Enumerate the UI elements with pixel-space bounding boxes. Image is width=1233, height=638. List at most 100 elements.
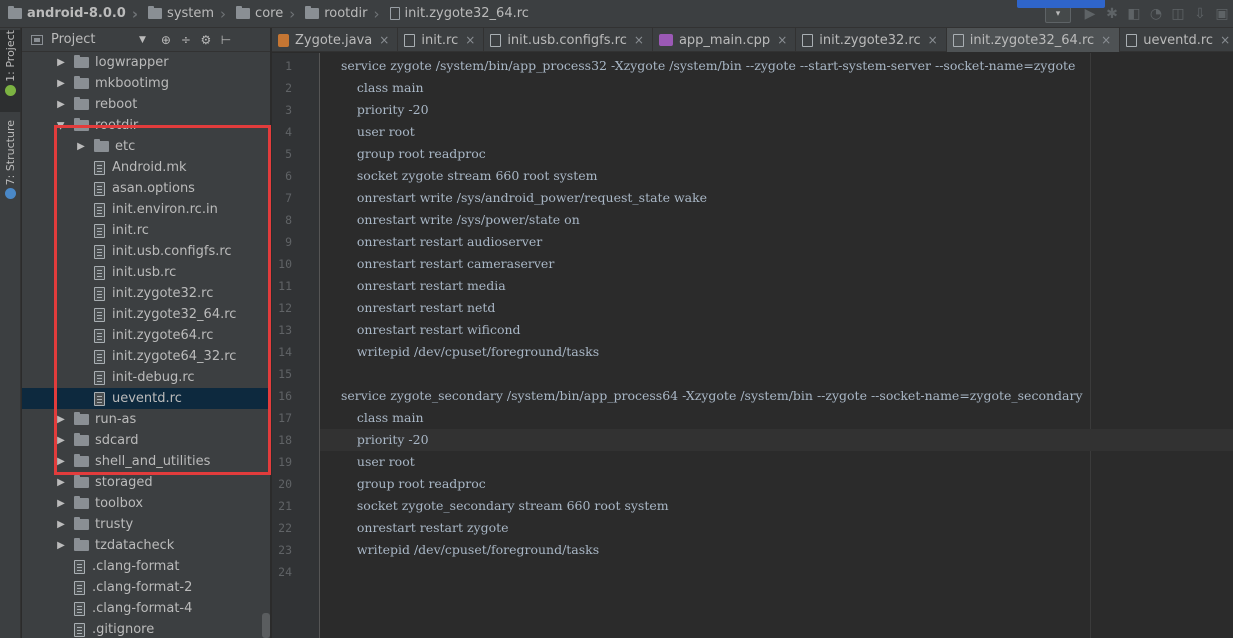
tree-file-node[interactable]: init.zygote64.rc [22,325,271,346]
editor-tab[interactable]: ueventd.rc × [1120,28,1233,52]
code-line[interactable]: socket zygote_secondary stream 660 root … [320,495,1233,517]
chevron-right-icon[interactable]: ▶ [56,99,66,110]
attach-icon[interactable]: ◫ [1167,0,1189,28]
tree-file-node[interactable]: init-debug.rc [22,367,271,388]
chevron-right-icon[interactable]: ▶ [56,456,66,467]
code-line[interactable]: group root readproc [320,143,1233,165]
collapse-all-icon[interactable]: ÷ [176,33,196,47]
close-icon[interactable]: × [634,33,644,47]
code-line[interactable]: onrestart restart media [320,275,1233,297]
code-line[interactable]: priority -20 [320,99,1233,121]
tree-file-node[interactable]: .gitignore [22,619,271,638]
code-area[interactable]: service zygote /system/bin/app_process32… [320,53,1233,638]
breadcrumb-system[interactable]: system › [140,0,228,28]
close-icon[interactable]: × [1220,33,1230,47]
code-editor[interactable]: 1 2 3 4 5 6 7 8 9 10 11 12 13 14 15 16 17 18 19 20 21 22 23 24 … [272,53,1233,638]
editor-tab[interactable]: Zygote.java × [272,28,399,52]
code-line[interactable]: onrestart restart netd [320,297,1233,319]
settings-gear-icon[interactable]: ⚙ [196,33,216,47]
tree-scrollbar[interactable] [262,613,270,638]
scroll-from-source-icon[interactable]: ⊕ [156,33,176,47]
tree-folder-node[interactable]: ▶ sdcard [22,430,271,451]
file-icon [1126,33,1138,47]
device-manager-icon[interactable]: ▣ [1211,0,1233,28]
code-line[interactable]: service zygote /system/bin/app_process32… [320,55,1233,77]
code-line[interactable]: priority -20 [320,429,1233,451]
tree-file-node[interactable]: init.rc [22,220,271,241]
code-line[interactable]: service zygote_secondary /system/bin/app… [320,385,1233,407]
close-icon[interactable]: × [465,33,475,47]
close-icon[interactable]: × [1101,33,1111,47]
tree-folder-node[interactable]: ▶ etc [22,136,271,157]
tree-folder-node[interactable]: ▶ logwrapper [22,52,271,73]
editor-tab[interactable]: init.zygote32.rc × [796,28,947,52]
tree-file-node[interactable]: asan.options [22,178,271,199]
code-line[interactable]: class main [320,407,1233,429]
tree-folder-node[interactable]: ▶ storaged [22,472,271,493]
code-line[interactable]: onrestart restart zygote [320,517,1233,539]
close-icon[interactable]: × [928,33,938,47]
tree-file-node[interactable]: init.zygote64_32.rc [22,346,271,367]
chevron-down-icon[interactable]: ▶ [56,121,67,131]
tree-folder-node[interactable]: ▶ toolbox [22,493,271,514]
chevron-right-icon[interactable]: ▶ [56,435,66,446]
code-line[interactable]: onrestart restart wificond [320,319,1233,341]
chevron-right-icon[interactable]: ▶ [56,519,66,530]
code-line[interactable]: writepid /dev/cpuset/foreground/tasks [320,539,1233,561]
editor-tab[interactable]: app_main.cpp × [653,28,797,52]
editor-tab[interactable]: init.rc × [398,28,485,52]
tree-file-node[interactable]: ueventd.rc [22,388,271,409]
tool-window-project-button[interactable]: 1: Project [0,30,21,112]
close-icon[interactable]: × [379,33,389,47]
code-line[interactable]: onrestart write /sys/power/state on [320,209,1233,231]
tool-window-structure-button[interactable]: 7: Structure [0,120,21,206]
chevron-right-icon[interactable]: ▶ [76,141,86,152]
editor-tab[interactable]: init.usb.configfs.rc × [484,28,653,52]
code-line[interactable] [320,561,1233,583]
tree-folder-node[interactable]: ▶ mkbootimg [22,73,271,94]
chevron-right-icon[interactable]: ▶ [56,498,66,509]
breadcrumb-rootdir[interactable]: rootdir › [297,0,381,28]
close-icon[interactable]: × [777,33,787,47]
tree-file-node[interactable]: init.usb.rc [22,262,271,283]
project-view-selector[interactable]: Project [51,32,139,47]
code-line[interactable]: writepid /dev/cpuset/foreground/tasks [320,341,1233,363]
breadcrumb-core[interactable]: core › [228,0,297,28]
tree-folder-node[interactable]: ▶ trusty [22,514,271,535]
tree-folder-node[interactable]: ▶ reboot [22,94,271,115]
profile-icon[interactable]: ◔ [1145,0,1167,28]
tree-folder-node[interactable]: ▶ shell_and_utilities [22,451,271,472]
code-line[interactable] [320,363,1233,385]
chevron-right-icon[interactable]: ▶ [56,57,66,68]
code-line[interactable]: onrestart restart audioserver [320,231,1233,253]
tree-file-node[interactable]: .clang-format [22,556,271,577]
tree-folder-node[interactable]: ▶ tzdatacheck [22,535,271,556]
sdk-manager-icon[interactable]: ⇩ [1189,0,1211,28]
tree-folder-node[interactable]: ▶ run-as [22,409,271,430]
code-line[interactable]: socket zygote stream 660 root system [320,165,1233,187]
chevron-right-icon[interactable]: ▶ [56,414,66,425]
code-line[interactable]: user root [320,451,1233,473]
tree-file-node[interactable]: init.usb.configfs.rc [22,241,271,262]
coverage-icon[interactable]: ◧ [1123,0,1145,28]
code-line[interactable]: group root readproc [320,473,1233,495]
editor-tab[interactable]: init.zygote32_64.rc × [946,28,1121,52]
tree-file-node[interactable]: init.environ.rc.in [22,199,271,220]
breadcrumb-file[interactable]: init.zygote32_64.rc [382,0,531,28]
tree-file-node[interactable]: .clang-format-2 [22,577,271,598]
tree-file-node[interactable]: init.zygote32.rc [22,283,271,304]
hide-panel-icon[interactable]: ⊢ [216,33,236,47]
breadcrumb-project[interactable]: android-8.0.0 › [0,0,140,28]
code-line[interactable]: onrestart restart cameraserver [320,253,1233,275]
chevron-down-icon[interactable]: ▼ [139,35,146,45]
chevron-right-icon[interactable]: ▶ [56,78,66,89]
chevron-right-icon[interactable]: ▶ [56,540,66,551]
tree-file-node[interactable]: init.zygote32_64.rc [22,304,271,325]
tree-file-node[interactable]: Android.mk [22,157,271,178]
code-line[interactable]: onrestart write /sys/android_power/reque… [320,187,1233,209]
code-line[interactable]: user root [320,121,1233,143]
code-line[interactable]: class main [320,77,1233,99]
chevron-right-icon[interactable]: ▶ [56,477,66,488]
tree-file-node[interactable]: .clang-format-4 [22,598,271,619]
tree-folder-node[interactable]: ▶ rootdir [22,115,271,136]
